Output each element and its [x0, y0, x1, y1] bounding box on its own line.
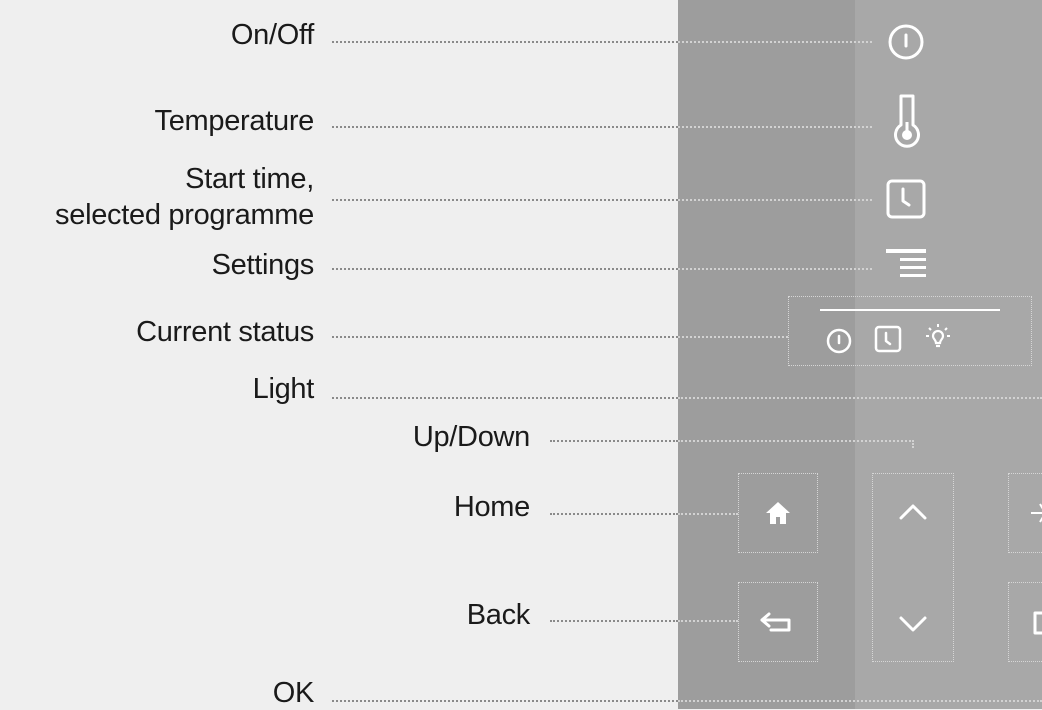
leader-home-panel — [678, 513, 738, 515]
home-key[interactable] — [738, 473, 818, 553]
thermometer-icon[interactable] — [888, 92, 928, 152]
leader-start-time — [332, 199, 678, 201]
leader-start-time-panel — [678, 199, 872, 201]
label-start-time-line1: Start time, — [185, 163, 314, 195]
leader-on-off — [332, 41, 678, 43]
ok-key[interactable] — [1008, 582, 1042, 662]
status-clock-icon — [874, 325, 902, 353]
leader-temperature-panel — [678, 126, 872, 128]
leader-light — [332, 397, 678, 399]
leader-settings-panel — [678, 268, 872, 270]
light-icon — [1031, 503, 1042, 523]
label-light: Light — [252, 373, 315, 405]
leader-current-status-panel — [678, 336, 788, 338]
leader-home — [550, 513, 678, 515]
leader-back — [550, 620, 678, 622]
up-down-key[interactable] — [872, 473, 954, 662]
ok-icon — [1033, 611, 1042, 635]
leader-temperature — [332, 126, 678, 128]
label-temperature: Temperature — [154, 105, 315, 137]
chevron-down-icon — [899, 616, 927, 632]
leader-back-panel — [678, 620, 738, 622]
leader-up-down-panel — [678, 440, 914, 442]
menu-icon[interactable] — [884, 246, 928, 286]
label-ok: OK — [272, 677, 315, 709]
label-back: Back — [466, 599, 531, 631]
leader-ok — [332, 700, 678, 702]
power-icon[interactable] — [884, 20, 928, 64]
chevron-up-icon — [899, 504, 927, 520]
leader-light-panel — [678, 397, 1042, 399]
back-key[interactable] — [738, 582, 818, 662]
label-current-status: Current status — [136, 316, 314, 348]
leader-up-down — [550, 440, 678, 442]
label-on-off: On/Off — [230, 19, 314, 51]
status-light-icon — [926, 324, 950, 348]
leader-ok-panel — [678, 700, 1042, 702]
home-icon — [766, 502, 790, 524]
label-start-time-line2: selected programme — [55, 199, 314, 231]
clock-icon[interactable] — [884, 177, 928, 221]
leader-up-down-drop — [912, 440, 914, 448]
leader-on-off-panel — [678, 41, 872, 43]
back-arrow-icon — [760, 612, 791, 632]
label-home: Home — [453, 491, 530, 523]
light-key[interactable] — [1008, 473, 1042, 553]
leader-current-status — [332, 336, 678, 338]
label-settings: Settings — [211, 249, 315, 281]
status-power-icon — [826, 328, 852, 354]
label-up-down: Up/Down — [412, 421, 530, 453]
status-divider — [820, 309, 1000, 311]
leader-settings — [332, 268, 678, 270]
